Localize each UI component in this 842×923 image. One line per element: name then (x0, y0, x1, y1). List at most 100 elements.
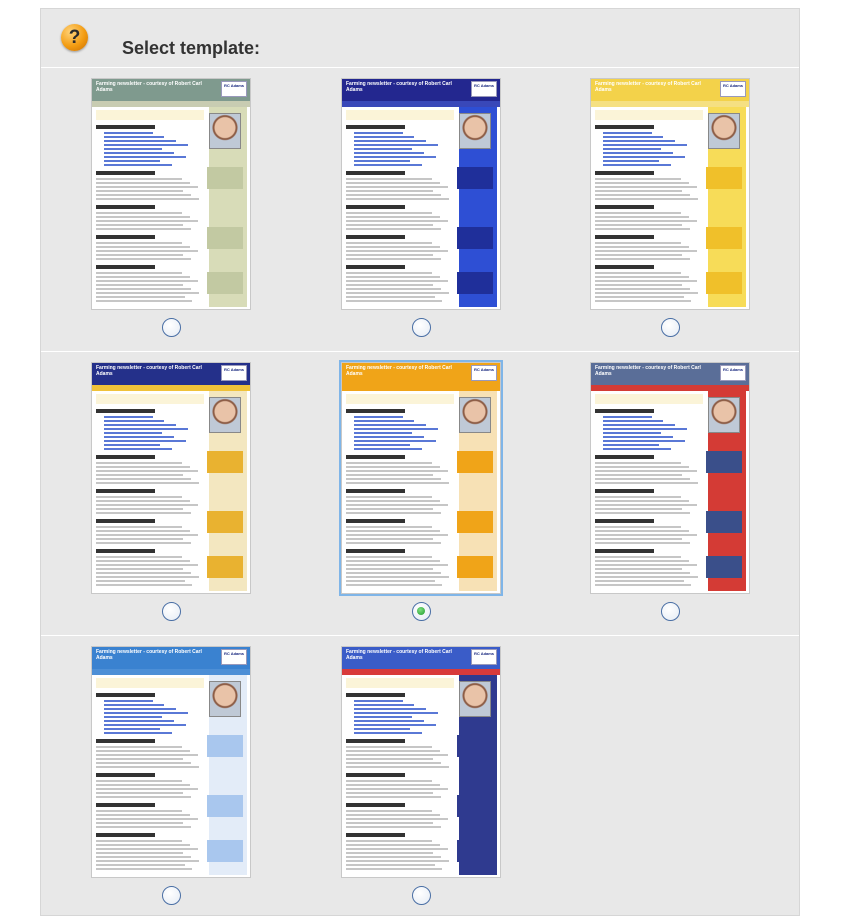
thumbnail-heading (96, 409, 156, 413)
thumbnail-banner: Farming newsletter - courtesy of Robert … (342, 647, 500, 669)
thumbnail-text-line (346, 258, 442, 260)
thumbnail-text-line (96, 496, 183, 498)
thumbnail-text-line (346, 500, 440, 502)
thumbnail-link-line (104, 164, 173, 166)
template-option: Farming newsletter - courtesy of Robert … (341, 78, 501, 353)
thumbnail-link-line (104, 152, 175, 154)
template-thumbnail[interactable]: Farming newsletter - courtesy of Robert … (341, 78, 501, 310)
thumbnail-link-line (354, 148, 413, 150)
thumbnail-text-line (346, 190, 434, 192)
thumbnail-text-line (96, 844, 190, 846)
thumbnail-text-line (346, 198, 449, 200)
thumbnail-text-line (346, 560, 440, 562)
thumbnail-content (96, 394, 204, 586)
thumbnail-logo: RC Adams (221, 81, 247, 97)
thumbnail-text-line (595, 512, 691, 514)
thumbnail-text-line (346, 250, 448, 252)
thumbnail-text-line (346, 178, 433, 180)
template-thumbnail[interactable]: Farming newsletter - courtesy of Robert … (590, 362, 750, 594)
thumbnail-link-line (603, 160, 660, 162)
thumbnail-text-line (96, 556, 183, 558)
thumbnail-banner: Farming newsletter - courtesy of Robert … (92, 647, 250, 669)
thumbnail-text-line (595, 542, 691, 544)
thumbnail-text-line (96, 242, 183, 244)
thumbnail-logo: RC Adams (720, 365, 746, 381)
thumbnail-link-line (354, 436, 425, 438)
thumbnail-text-line (346, 216, 440, 218)
template-radio[interactable] (411, 886, 431, 905)
thumbnail-logo: RC Adams (471, 81, 497, 97)
help-icon[interactable]: ? (61, 24, 88, 51)
thumbnail-text-line (346, 224, 434, 226)
thumbnail-text-line (346, 822, 434, 824)
thumbnail-link-line (104, 144, 189, 146)
template-thumbnail[interactable]: Farming newsletter - courtesy of Robert … (91, 362, 251, 594)
thumbnail-text-line (96, 750, 190, 752)
thumbnail-text-line (346, 194, 442, 196)
template-thumbnail[interactable]: Farming newsletter - courtesy of Robert … (91, 646, 251, 878)
template-radio[interactable] (161, 602, 181, 621)
thumbnail-text-line (346, 564, 448, 566)
thumbnail-banner-text: Farming newsletter - courtesy of Robert … (346, 365, 452, 377)
thumbnail-text-line (96, 276, 190, 278)
thumbnail-text-line (96, 194, 192, 196)
thumbnail-text-line (595, 580, 684, 582)
thumbnail-text-line (346, 284, 434, 286)
thumbnail-text-line (595, 474, 683, 476)
template-thumbnail[interactable]: Farming newsletter - courtesy of Robert … (590, 78, 750, 310)
thumbnail-banner-text: Farming newsletter - courtesy of Robert … (346, 81, 452, 93)
template-radio[interactable] (411, 318, 431, 337)
page-title: Select template: (122, 38, 261, 58)
thumbnail-text-line (346, 814, 440, 816)
thumbnail-body (342, 107, 500, 307)
thumbnail-text-line (96, 784, 190, 786)
thumbnail-text-line (595, 194, 691, 196)
template-option: Farming newsletter - courtesy of Robert … (91, 646, 251, 921)
thumbnail-heading (346, 549, 406, 553)
template-radio-selected[interactable] (411, 602, 431, 621)
thumbnail-photo (459, 113, 491, 149)
template-thumbnail[interactable]: Farming newsletter - courtesy of Robert … (339, 360, 503, 596)
template-thumbnail[interactable]: Farming newsletter - courtesy of Robert … (341, 646, 501, 878)
thumbnail-text-line (96, 254, 184, 256)
thumbnail-heading (96, 171, 156, 175)
thumbnail-logo: RC Adams (221, 649, 247, 665)
thumbnail-sidebar-box (207, 272, 243, 294)
thumbnail-link-line (603, 148, 662, 150)
thumbnail-text-line (96, 792, 184, 794)
thumbnail-heading (595, 455, 655, 459)
template-radio[interactable] (660, 602, 680, 621)
thumbnail-heading (595, 265, 655, 269)
thumbnail-text-line (96, 288, 192, 290)
thumbnail-text-line (96, 538, 184, 540)
template-thumbnail[interactable]: Farming newsletter - courtesy of Robert … (91, 78, 251, 310)
thumbnail-heading (96, 693, 156, 697)
thumbnail-text-line (96, 572, 192, 574)
thumbnail-text-line (595, 462, 682, 464)
thumbnail-heading (96, 773, 156, 777)
thumbnail-link-line (354, 136, 415, 138)
template-radio[interactable] (660, 318, 680, 337)
thumbnail-text-line (96, 508, 184, 510)
thumbnail-sidebar-box (706, 451, 742, 473)
thumbnail-text-line (595, 250, 697, 252)
thumbnail-text-line (346, 182, 440, 184)
template-radio[interactable] (161, 886, 181, 905)
thumbnail-link-line (104, 140, 177, 142)
template-radio[interactable] (161, 318, 181, 337)
thumbnail-heading (346, 739, 406, 743)
thumbnail-logo: RC Adams (720, 81, 746, 97)
thumbnail-text-line (346, 530, 440, 532)
thumbnail-text-line (595, 504, 697, 506)
thumbnail-text-line (346, 576, 449, 578)
template-option: Farming newsletter - courtesy of Robert … (341, 646, 501, 921)
thumbnail-sidebar-box (706, 167, 742, 189)
thumbnail-link-line (104, 724, 187, 726)
thumbnail-text-line (96, 178, 183, 180)
thumbnail-sidebar (706, 107, 746, 307)
thumbnail-text-line (595, 288, 691, 290)
thumbnail-text-line (346, 186, 448, 188)
thumbnail-text-line (346, 470, 448, 472)
thumbnail-text-line (96, 504, 198, 506)
thumbnail-text-line (595, 560, 689, 562)
